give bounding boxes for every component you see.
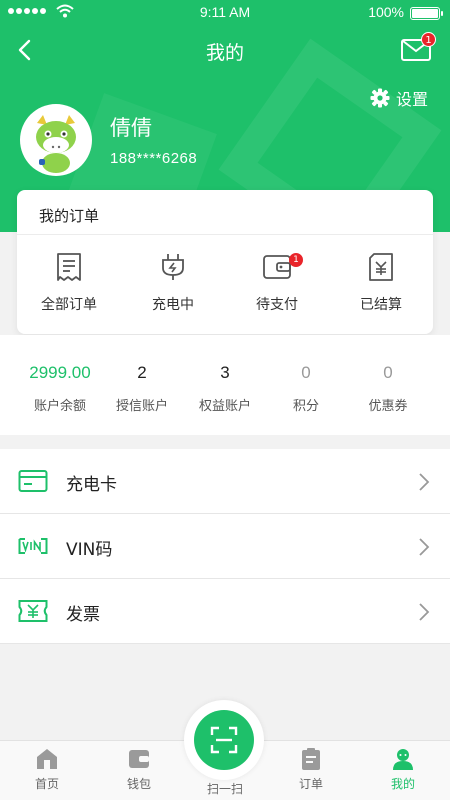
nav-bar: 我的 1 xyxy=(0,26,450,74)
pending-badge: 1 xyxy=(289,253,303,267)
menu-item-invoice[interactable]: 发票 xyxy=(0,579,450,644)
page-title: 我的 xyxy=(205,42,244,64)
divider xyxy=(17,234,433,235)
tab-scan-label[interactable]: 扫一扫 xyxy=(180,780,270,797)
orders-card: 我的订单 全部订单 充电中 待支付 1 已结算 xyxy=(17,190,433,334)
stat-balance[interactable]: 2999.00 账户余额 xyxy=(15,363,105,414)
stat-value: 0 xyxy=(301,363,311,382)
wallet-icon xyxy=(263,255,291,279)
scan-icon xyxy=(210,726,238,754)
tab-orders[interactable]: 订单 xyxy=(266,747,356,792)
ticket-yuan-icon xyxy=(18,600,48,622)
mail-badge: 1 xyxy=(421,32,436,47)
stat-label: 授信账户 xyxy=(115,399,168,414)
stat-label: 优惠券 xyxy=(368,399,408,414)
menu-item-label: 发票 xyxy=(66,605,100,625)
menu-item-charge-card[interactable]: 充电卡 xyxy=(0,449,450,514)
order-all[interactable]: 全部订单 xyxy=(17,252,121,314)
chevron-right-icon xyxy=(419,603,430,621)
stat-points[interactable]: 0 积分 xyxy=(261,363,351,414)
stat-value: 2999.00 xyxy=(29,363,91,382)
gear-icon xyxy=(370,88,390,108)
status-bar: 9:11 AM 100% xyxy=(0,0,450,26)
order-item-label: 全部订单 xyxy=(41,297,97,313)
clipboard-icon xyxy=(302,748,320,770)
stat-credit[interactable]: 2 授信账户 xyxy=(97,363,187,414)
stat-label: 账户余额 xyxy=(33,399,86,414)
card-icon xyxy=(18,470,48,492)
tab-label: 我的 xyxy=(390,777,415,791)
battery-icon xyxy=(410,7,443,20)
chevron-right-icon xyxy=(419,473,430,491)
menu-item-vin[interactable]: VIN码 xyxy=(0,514,450,579)
battery-percent: 100% xyxy=(368,4,404,20)
user-name: 倩倩 xyxy=(110,116,152,140)
avatar[interactable] xyxy=(20,104,92,176)
user-phone: 188****6268 xyxy=(110,150,198,167)
account-stats: 2999.00 账户余额 2 授信账户 3 权益账户 0 积分 0 优惠券 xyxy=(0,335,450,435)
order-charging[interactable]: 充电中 xyxy=(121,252,225,314)
menu-item-label: 充电卡 xyxy=(66,475,117,495)
user-icon xyxy=(393,749,413,770)
stat-rights[interactable]: 3 权益账户 xyxy=(180,363,270,414)
tab-wallet[interactable]: 钱包 xyxy=(94,747,184,792)
yuan-receipt-icon xyxy=(369,253,393,281)
chevron-right-icon xyxy=(419,538,430,556)
order-pending-payment[interactable]: 待支付 xyxy=(225,252,329,314)
document-icon xyxy=(57,253,81,281)
order-item-label: 充电中 xyxy=(152,297,194,313)
stat-value: 3 xyxy=(220,363,230,382)
tab-label: 钱包 xyxy=(126,777,151,791)
stat-value: 0 xyxy=(383,363,393,382)
tab-label: 订单 xyxy=(298,777,323,791)
settings-button[interactable]: 设置 xyxy=(370,86,428,110)
vin-icon xyxy=(18,538,48,554)
orders-title: 我的订单 xyxy=(39,207,100,225)
order-settled[interactable]: 已结算 xyxy=(329,252,433,314)
menu-list: 充电卡 VIN码 发票 xyxy=(0,449,450,644)
plug-icon xyxy=(162,254,184,280)
tab-home[interactable]: 首页 xyxy=(2,747,92,792)
settings-label: 设置 xyxy=(396,90,429,109)
stat-label: 积分 xyxy=(292,399,319,414)
stat-coupons[interactable]: 0 优惠券 xyxy=(343,363,433,414)
home-icon xyxy=(37,749,57,769)
mascot-icon xyxy=(23,107,89,173)
menu-item-label: VIN码 xyxy=(66,540,113,560)
tab-label: 首页 xyxy=(34,777,59,791)
scan-button[interactable] xyxy=(194,710,254,770)
order-item-label: 待支付 xyxy=(256,297,298,313)
wallet-icon xyxy=(129,750,149,768)
stat-value: 2 xyxy=(137,363,147,382)
stat-label: 权益账户 xyxy=(198,399,251,414)
scan-button-wrap xyxy=(184,700,264,780)
order-item-label: 已结算 xyxy=(360,297,402,313)
tab-mine[interactable]: 我的 xyxy=(358,747,448,792)
